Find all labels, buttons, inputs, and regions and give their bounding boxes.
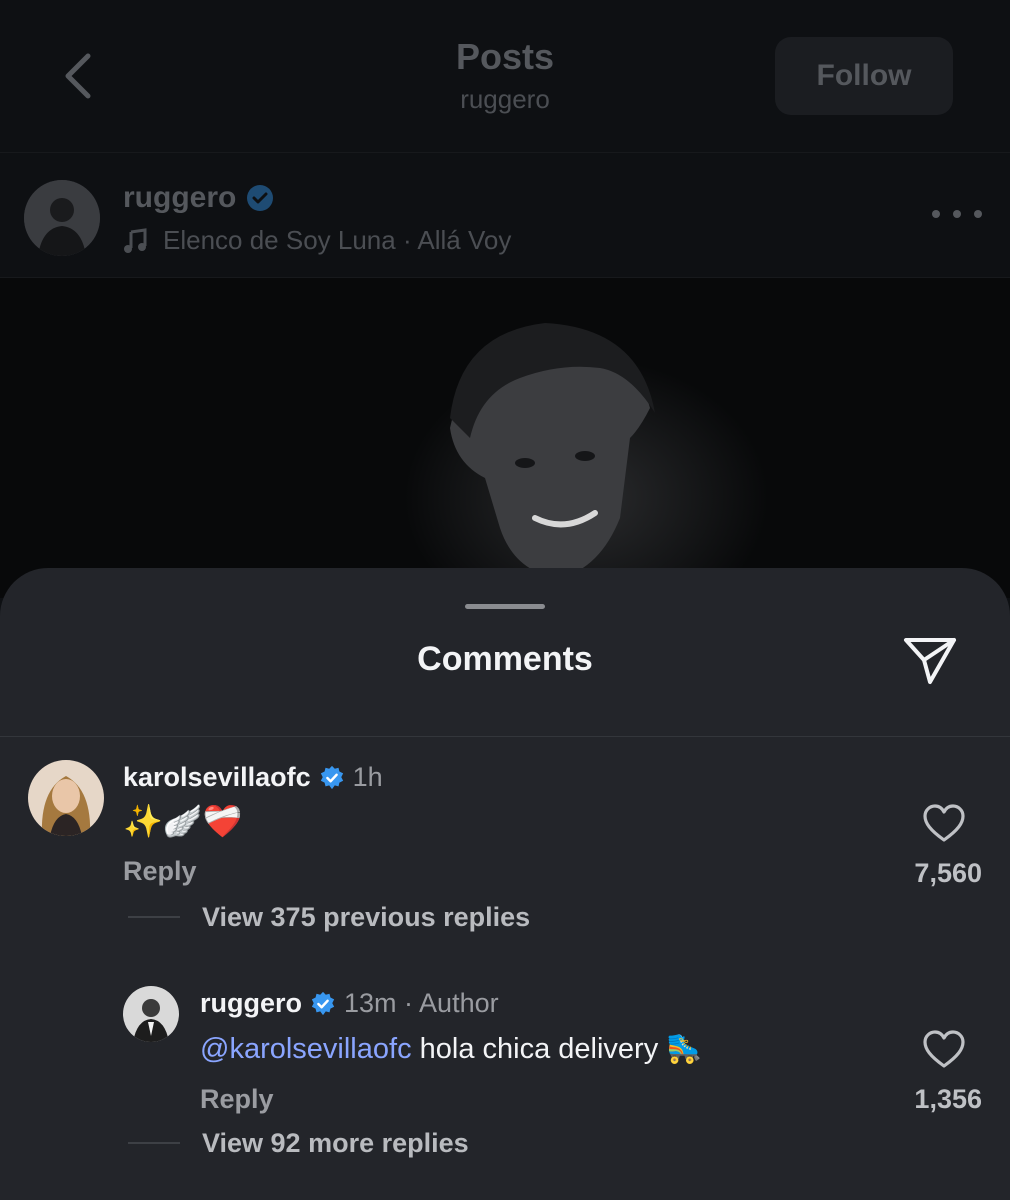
like-button[interactable] [922,1030,966,1070]
post-username: ruggero [123,181,237,214]
comment-text: ✨🪽❤️‍🩹 [123,803,243,839]
heart-icon [923,1030,965,1068]
comment-item: karolsevillaofc 1h ✨🪽❤️‍🩹 Reply 7,560 Vi… [0,758,1010,948]
post-photo [0,278,1010,598]
commenter-avatar[interactable] [123,986,179,1042]
verified-badge-icon [247,185,274,211]
music-label: Elenco de Soy Luna · Allá Voy [163,225,512,255]
comment-body: hola chica delivery 🛼 [419,1033,703,1065]
comment-text: @karolsevillaofc hola chica delivery 🛼 [200,1032,702,1066]
app-screen: Posts ruggero Follow ruggero Elenco de S… [0,0,1010,1200]
more-icon [932,210,940,218]
music-note-icon [124,227,147,253]
follow-button[interactable]: Follow [775,37,953,115]
comment-time: 1h [352,762,383,792]
view-replies-button[interactable]: View 92 more replies [202,1128,469,1159]
verified-badge-icon [311,991,335,1015]
comment-header: ruggero 13m · Author [200,988,499,1019]
comment-username[interactable]: karolsevillaofc [123,762,311,793]
post-author-avatar[interactable] [24,180,100,256]
reply-button[interactable]: Reply [200,1084,274,1115]
sheet-grabber[interactable] [465,604,545,609]
reply-button[interactable]: Reply [123,856,197,887]
view-replies-button[interactable]: View 375 previous replies [202,902,530,933]
sheet-title: Comments [417,640,593,678]
mention-link[interactable]: @karolsevillaofc [200,1033,412,1065]
thread-line [128,916,180,918]
thread-line [128,1142,180,1144]
send-icon [904,638,956,684]
comments-sheet: Comments karolsevillaofc [0,568,1010,1200]
like-count: 7,560 [914,858,982,888]
comment-time: 13m · Author [344,988,499,1018]
top-nav: Posts ruggero Follow [0,0,1010,152]
more-options-button[interactable] [932,199,982,229]
like-button[interactable] [922,804,966,844]
comment-header: karolsevillaofc 1h [123,762,383,793]
post-header: ruggero Elenco de Soy Luna · Allá Voy [0,153,1010,277]
heart-icon [923,804,965,842]
comment-username[interactable]: ruggero [200,988,302,1019]
commenter-avatar[interactable] [28,760,104,836]
like-count: 1,356 [914,1084,982,1114]
share-button[interactable] [900,632,960,688]
verified-badge-icon [320,765,343,789]
post-music[interactable]: Elenco de Soy Luna · Allá Voy [123,225,511,256]
post-author[interactable]: ruggero [123,181,274,215]
sheet-divider [0,736,1010,737]
comment-reply-item: ruggero 13m · Author @karolsevillaofc ho… [0,984,1010,1184]
